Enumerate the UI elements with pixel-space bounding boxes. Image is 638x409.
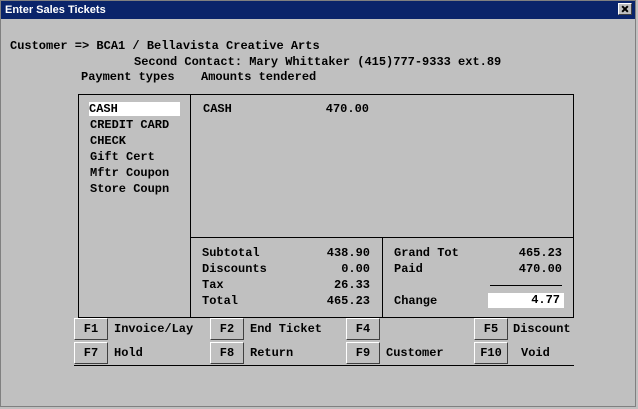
payment-type-gift-cert[interactable]: Gift Cert bbox=[90, 150, 155, 164]
total-value: 465.23 bbox=[326, 294, 370, 308]
f10-key[interactable]: F10 bbox=[474, 342, 508, 364]
f5-label: Discount bbox=[513, 322, 571, 336]
discounts-value: 0.00 bbox=[341, 262, 370, 276]
grand-total-value: 465.23 bbox=[518, 246, 562, 260]
f7-label: Hold bbox=[114, 346, 143, 360]
f7-key[interactable]: F7 bbox=[74, 342, 108, 364]
discounts-label: Discounts bbox=[202, 262, 267, 276]
customer-line: Customer => BCA1 / Bellavista Creative A… bbox=[10, 39, 320, 53]
fkey-bottom-rule bbox=[74, 365, 574, 366]
f9-label: Customer bbox=[386, 346, 444, 360]
close-icon[interactable] bbox=[618, 3, 632, 15]
payment-type-store-coupon[interactable]: Store Coupn bbox=[90, 182, 169, 196]
f9-key[interactable]: F9 bbox=[346, 342, 380, 364]
f2-key[interactable]: F2 bbox=[210, 318, 244, 340]
payment-types-header: Payment types bbox=[81, 70, 175, 84]
totals-split bbox=[382, 237, 383, 318]
f5-key[interactable]: F5 bbox=[474, 318, 508, 340]
payment-type-cash[interactable]: CASH bbox=[89, 102, 180, 116]
sum-rule bbox=[490, 285, 562, 286]
panel-divider bbox=[190, 94, 191, 318]
tax-value: 26.33 bbox=[333, 278, 370, 292]
tendered-type: CASH bbox=[203, 102, 232, 116]
f8-label: Return bbox=[250, 346, 294, 360]
amounts-tendered-header: Amounts tendered bbox=[201, 70, 317, 84]
f1-key[interactable]: F1 bbox=[74, 318, 108, 340]
f1-label: Invoice/Lay bbox=[114, 322, 194, 336]
main-window: Enter Sales Tickets Customer => BCA1 / B… bbox=[0, 0, 636, 407]
total-label: Total bbox=[202, 294, 239, 308]
paid-label: Paid bbox=[394, 262, 423, 276]
change-label: Change bbox=[394, 294, 438, 308]
f10-label: Void bbox=[521, 346, 550, 360]
contact-line: Second Contact: Mary Whittaker (415)777-… bbox=[134, 55, 502, 69]
tax-label: Tax bbox=[202, 278, 224, 292]
title-bar: Enter Sales Tickets bbox=[1, 1, 635, 19]
payment-type-credit-card[interactable]: CREDIT CARD bbox=[90, 118, 169, 132]
subtotal-label: Subtotal bbox=[202, 246, 260, 260]
paid-value: 470.00 bbox=[518, 262, 562, 276]
change-value: 4.77 bbox=[488, 293, 564, 308]
payment-type-mftr-coupon[interactable]: Mftr Coupon bbox=[90, 166, 169, 180]
payment-type-check[interactable]: CHECK bbox=[90, 134, 126, 148]
f4-key[interactable]: F4 bbox=[346, 318, 380, 340]
f8-key[interactable]: F8 bbox=[210, 342, 244, 364]
f2-label: End Ticket bbox=[250, 322, 323, 336]
tendered-amount: 470.00 bbox=[325, 102, 369, 116]
subtotal-value: 438.90 bbox=[326, 246, 370, 260]
window-title: Enter Sales Tickets bbox=[5, 4, 106, 16]
grand-total-label: Grand Tot bbox=[394, 246, 459, 260]
